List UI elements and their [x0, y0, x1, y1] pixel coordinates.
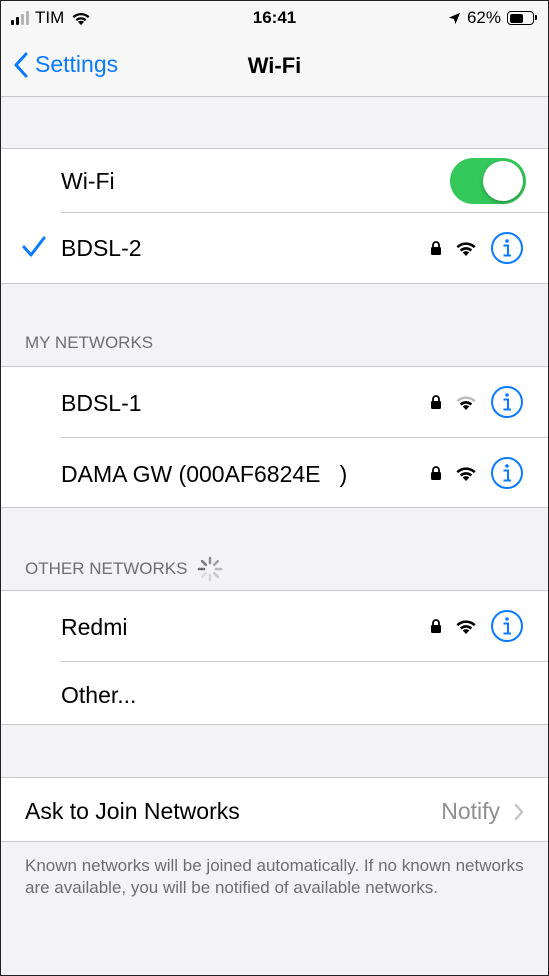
info-icon[interactable] [490, 231, 524, 265]
wifi-signal-icon [456, 242, 476, 256]
network-name: Redmi [61, 614, 128, 640]
lock-icon [431, 619, 441, 633]
wifi-signal-icon [456, 396, 476, 410]
connected-network-row[interactable]: BDSL-2 [1, 213, 548, 283]
checkmark-icon [22, 236, 46, 257]
ask-to-join-value-text: Notify [441, 798, 500, 824]
wifi-toggle-row: Wi-Fi [1, 149, 548, 212]
ask-to-join-value: Notify [441, 798, 524, 825]
wifi-toggle-switch[interactable] [450, 158, 526, 204]
other-networks-header: OTHER NETWORKS [25, 559, 188, 578]
network-name-text: DAMA GW (000AF6824E [61, 461, 321, 487]
loading-spinner-icon [198, 556, 223, 582]
network-row[interactable]: Redmi [1, 591, 548, 661]
network-status-icons [430, 456, 524, 490]
network-name: DAMA GW (000AF6824E ) [61, 461, 347, 488]
status-bar: TIM 16:41 62% [1, 1, 548, 37]
network-row[interactable]: DAMA GW (000AF6824E ) [1, 438, 548, 508]
other-networks-group: Redmi Other... [1, 590, 548, 725]
other-network-row[interactable]: Other... [1, 662, 548, 725]
other-network-label: Other... [61, 682, 137, 708]
wifi-group: Wi-Fi BDSL-2 [1, 148, 548, 284]
section-header-other-networks: OTHER NETWORKS [25, 556, 223, 582]
network-status-icons [430, 231, 524, 265]
section-header-my-networks: MY NETWORKS [25, 333, 153, 353]
page-title: Wi-Fi [247, 53, 302, 78]
wifi-signal-icon [456, 620, 476, 634]
info-icon[interactable] [490, 456, 524, 490]
lock-icon [431, 466, 441, 480]
connected-network-name: BDSL-2 [61, 235, 142, 261]
wifi-signal-icon [456, 467, 476, 481]
my-networks-group: BDSL-1 DAMA GW (000AF6824E ) [1, 366, 548, 508]
battery-icon [507, 11, 537, 25]
wifi-toggle-label: Wi-Fi [61, 168, 115, 194]
network-name: BDSL-1 [61, 390, 142, 416]
network-name-suffix: ) [339, 461, 348, 487]
network-status-icons [430, 609, 524, 643]
network-status-icons [430, 385, 524, 419]
info-icon[interactable] [490, 385, 524, 419]
lock-icon [431, 395, 441, 409]
ask-to-join-row[interactable]: Ask to Join Networks Notify [1, 778, 548, 841]
status-right: 62% [448, 8, 537, 28]
chevron-right-icon [514, 803, 524, 820]
battery-percent: 62% [466, 8, 501, 27]
info-icon[interactable] [490, 609, 524, 643]
lock-icon [431, 241, 441, 255]
my-networks-header: MY NETWORKS [25, 333, 154, 352]
navigation-bar: Settings Wi-Fi [1, 37, 548, 97]
network-row[interactable]: BDSL-1 [1, 367, 548, 437]
ask-to-join-description: Known networks will be joined automatica… [25, 856, 524, 897]
location-arrow-icon [448, 12, 461, 24]
ask-to-join-label: Ask to Join Networks [25, 798, 240, 824]
toggle-knob [483, 161, 523, 201]
ask-to-join-group: Ask to Join Networks Notify [1, 777, 548, 842]
